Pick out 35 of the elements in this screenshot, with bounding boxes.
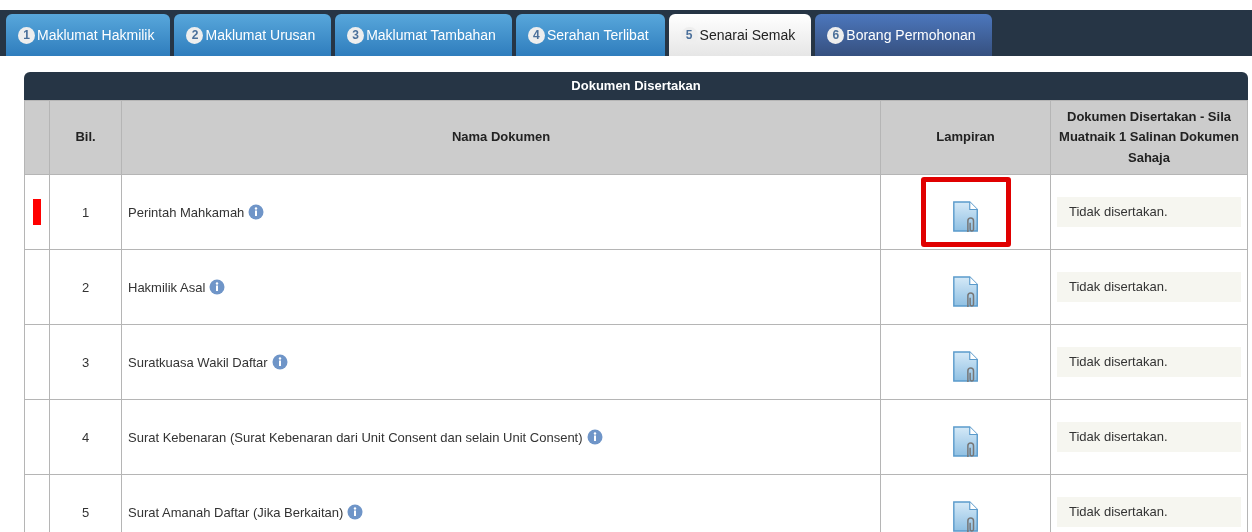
column-header: Bil. [49, 100, 122, 175]
attachment-file-icon[interactable] [950, 350, 981, 384]
step-tab[interactable]: 2 Maklumat Urusan [174, 14, 332, 56]
info-icon[interactable] [209, 279, 226, 296]
status-field: Tidak disertakan. [1057, 497, 1241, 527]
info-icon[interactable] [248, 204, 265, 221]
table-title: Dokumen Disertakan [24, 72, 1248, 100]
document-name: Surat Kebenaran (Surat Kebenaran dari Unit Consent dan selain Unit Consent) [128, 429, 583, 445]
attachment-file-icon[interactable] [950, 425, 981, 459]
step-tab[interactable]: 1 Maklumat Hakmilik [6, 14, 171, 56]
column-header: Nama Dokumen [121, 100, 881, 175]
info-icon[interactable] [271, 354, 288, 371]
table-cell: 1 [49, 174, 122, 250]
info-icon[interactable] [586, 429, 603, 446]
step-tab[interactable]: 5 Senarai Semak [668, 14, 812, 56]
attachment-file-icon[interactable] [950, 200, 981, 234]
document-name: Suratkuasa Wakil Daftar [128, 354, 268, 370]
step-tab[interactable]: 6 Borang Permohonan [815, 14, 992, 56]
document-name: Surat Amanah Daftar (Jika Berkaitan) [128, 504, 344, 520]
info-icon[interactable] [347, 504, 364, 521]
table-cell: 2 [49, 249, 122, 325]
step-tab[interactable]: 4 Serahan Terlibat [515, 14, 665, 56]
status-field: Tidak disertakan. [1057, 422, 1241, 452]
attachment-file-icon[interactable] [950, 500, 981, 532]
status-field: Tidak disertakan. [1057, 197, 1241, 227]
table-cell: 3 [49, 324, 122, 400]
status-field: Tidak disertakan. [1057, 347, 1241, 377]
status-field: Tidak disertakan. [1057, 272, 1241, 302]
attachment-file-icon[interactable] [950, 275, 981, 309]
document-name: Hakmilik Asal [128, 279, 206, 295]
column-header: Lampiran [880, 100, 1051, 175]
table-cell: 4 [49, 399, 122, 475]
document-name: Perintah Mahkamah [128, 204, 245, 220]
step-tab[interactable]: 3 Maklumat Tambahan [335, 14, 512, 56]
column-header: Dokumen Disertakan - Sila Muatnaik 1 Salinan Dokumen Sahaja [1050, 100, 1248, 175]
